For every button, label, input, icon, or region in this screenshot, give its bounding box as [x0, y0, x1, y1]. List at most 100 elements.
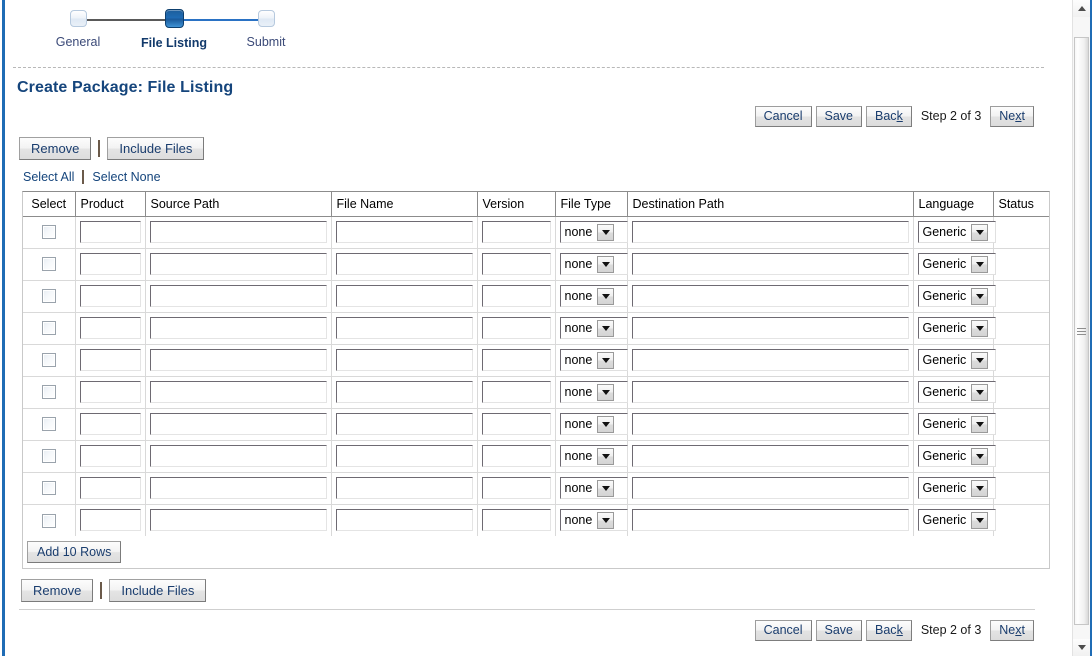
row-select-checkbox[interactable]: [41, 385, 56, 400]
file-type-select[interactable]: none: [559, 285, 628, 307]
row-select-checkbox[interactable]: [41, 257, 56, 272]
chevron-down-icon[interactable]: [971, 287, 989, 305]
chevron-down-icon[interactable]: [971, 351, 989, 369]
file-name-input[interactable]: [335, 285, 473, 307]
language-select[interactable]: Generic: [917, 413, 996, 435]
language-select[interactable]: Generic: [917, 349, 996, 371]
version-input[interactable]: [481, 349, 551, 371]
product-input[interactable]: [79, 477, 141, 499]
destination-path-input[interactable]: [631, 509, 909, 532]
destination-path-input[interactable]: [631, 317, 909, 339]
file-type-select[interactable]: none: [559, 221, 628, 243]
language-select[interactable]: Generic: [917, 509, 996, 532]
file-name-input[interactable]: [335, 445, 473, 467]
file-name-input[interactable]: [335, 253, 473, 275]
chevron-down-icon[interactable]: [971, 223, 989, 241]
scroll-down-arrow-icon[interactable]: [1073, 639, 1090, 656]
destination-path-input[interactable]: [631, 349, 909, 371]
chevron-down-icon[interactable]: [597, 319, 615, 337]
language-select[interactable]: Generic: [917, 381, 996, 403]
product-input[interactable]: [79, 413, 141, 435]
remove-button-top[interactable]: Remove: [19, 136, 92, 160]
row-select-checkbox[interactable]: [41, 449, 56, 464]
destination-path-input[interactable]: [631, 381, 909, 403]
include-files-button-top[interactable]: Include Files: [107, 136, 205, 160]
source-path-input[interactable]: [149, 413, 327, 435]
language-select[interactable]: Generic: [917, 285, 996, 307]
chevron-down-icon[interactable]: [597, 447, 615, 465]
language-select[interactable]: Generic: [917, 253, 996, 275]
product-input[interactable]: [79, 381, 141, 403]
language-select[interactable]: Generic: [917, 221, 996, 243]
file-name-input[interactable]: [335, 509, 473, 532]
language-select[interactable]: Generic: [917, 477, 996, 499]
next-button[interactable]: Ne x t: [990, 105, 1034, 127]
train-stop-general[interactable]: General: [33, 10, 123, 49]
chevron-down-icon[interactable]: [597, 351, 615, 369]
chevron-down-icon[interactable]: [971, 415, 989, 433]
row-select-checkbox[interactable]: [41, 225, 56, 240]
save-button-bottom[interactable]: Save: [815, 619, 863, 641]
version-input[interactable]: [481, 477, 551, 499]
train-stop-file-listing[interactable]: File Listing: [129, 9, 219, 50]
file-type-select[interactable]: none: [559, 509, 628, 532]
destination-path-input[interactable]: [631, 445, 909, 467]
source-path-input[interactable]: [149, 317, 327, 339]
language-select[interactable]: Generic: [917, 317, 996, 339]
select-all-link[interactable]: Select All: [23, 170, 74, 184]
chevron-down-icon[interactable]: [597, 287, 615, 305]
version-input[interactable]: [481, 221, 551, 243]
file-name-input[interactable]: [335, 317, 473, 339]
chevron-down-icon[interactable]: [597, 479, 615, 497]
file-name-input[interactable]: [335, 477, 473, 499]
row-select-checkbox[interactable]: [41, 353, 56, 368]
chevron-down-icon[interactable]: [971, 511, 989, 529]
remove-button-bottom[interactable]: Remove: [21, 578, 94, 602]
destination-path-input[interactable]: [631, 413, 909, 435]
row-select-checkbox[interactable]: [41, 417, 56, 432]
vertical-scrollbar[interactable]: [1072, 0, 1090, 656]
product-input[interactable]: [79, 509, 141, 532]
next-button-bottom[interactable]: Ne x t: [990, 619, 1034, 641]
file-name-input[interactable]: [335, 349, 473, 371]
product-input[interactable]: [79, 253, 141, 275]
row-select-checkbox[interactable]: [41, 289, 56, 304]
version-input[interactable]: [481, 509, 551, 532]
destination-path-input[interactable]: [631, 477, 909, 499]
scroll-up-arrow-icon[interactable]: [1073, 0, 1090, 17]
source-path-input[interactable]: [149, 477, 327, 499]
file-name-input[interactable]: [335, 381, 473, 403]
version-input[interactable]: [481, 445, 551, 467]
back-button[interactable]: Bac k: [866, 105, 912, 127]
cancel-button-bottom[interactable]: Cancel: [754, 619, 812, 641]
chevron-down-icon[interactable]: [597, 511, 615, 529]
source-path-input[interactable]: [149, 349, 327, 371]
train-stop-submit[interactable]: Submit: [221, 10, 311, 49]
file-type-select[interactable]: none: [559, 445, 628, 467]
chevron-down-icon[interactable]: [971, 255, 989, 273]
product-input[interactable]: [79, 285, 141, 307]
chevron-down-icon[interactable]: [971, 383, 989, 401]
row-select-checkbox[interactable]: [41, 481, 56, 496]
file-type-select[interactable]: none: [559, 317, 628, 339]
save-button[interactable]: Save: [815, 105, 863, 127]
version-input[interactable]: [481, 413, 551, 435]
chevron-down-icon[interactable]: [597, 415, 615, 433]
source-path-input[interactable]: [149, 445, 327, 467]
chevron-down-icon[interactable]: [597, 383, 615, 401]
row-select-checkbox[interactable]: [41, 513, 56, 528]
chevron-down-icon[interactable]: [971, 319, 989, 337]
source-path-input[interactable]: [149, 509, 327, 532]
chevron-down-icon[interactable]: [971, 447, 989, 465]
file-name-input[interactable]: [335, 221, 473, 243]
product-input[interactable]: [79, 221, 141, 243]
row-select-checkbox[interactable]: [41, 321, 56, 336]
cancel-button[interactable]: Cancel: [754, 105, 812, 127]
file-type-select[interactable]: none: [559, 381, 628, 403]
source-path-input[interactable]: [149, 381, 327, 403]
product-input[interactable]: [79, 349, 141, 371]
language-select[interactable]: Generic: [917, 445, 996, 467]
source-path-input[interactable]: [149, 285, 327, 307]
file-type-select[interactable]: none: [559, 413, 628, 435]
source-path-input[interactable]: [149, 221, 327, 243]
